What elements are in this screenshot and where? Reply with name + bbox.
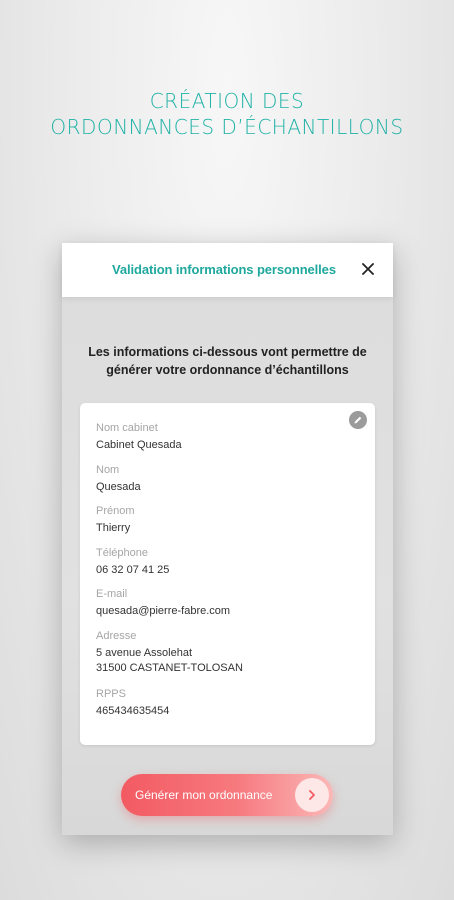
field-value: Cabinet Quesada (96, 439, 182, 451)
field-label: Nom (96, 464, 120, 476)
field-label: RPPS (96, 688, 126, 700)
generate-button-label: Générer mon ordonnance (135, 788, 273, 802)
field-label: E-mail (96, 588, 128, 600)
field-rpps: RPPS 465434635454 (96, 687, 356, 719)
intro-line-1: Les informations ci-dessous vont permett… (88, 345, 367, 359)
field-label: Adresse (96, 630, 137, 642)
modal-header: Validation informations personnelles (62, 243, 393, 297)
intro-line-2: générer votre ordonnance d’échantillons (106, 363, 349, 377)
field-value: 5 avenue Assolehat 31500 CASTANET-TOLOSA… (96, 646, 356, 676)
field-address: Adresse 5 avenue Assolehat 31500 CASTANE… (96, 629, 356, 676)
chevron-right-icon (309, 790, 315, 800)
intro-text: Les informations ci-dessous vont permett… (76, 343, 379, 379)
field-value: 06 32 07 41 25 (96, 564, 170, 576)
address-line-1: 5 avenue Assolehat (96, 647, 193, 659)
generate-prescription-button[interactable]: Générer mon ordonnance (121, 774, 333, 816)
field-label: Prénom (96, 505, 135, 517)
validation-modal: Validation informations personnelles Les… (62, 243, 393, 835)
field-label: Téléphone (96, 547, 148, 559)
generate-arrow (295, 778, 329, 812)
close-icon (362, 263, 374, 275)
field-value: 465434635454 (96, 705, 170, 717)
personal-info-card: Nom cabinet Cabinet Quesada Nom Quesada … (80, 403, 375, 745)
address-line-2: 31500 CASTANET-TOLOSAN (96, 662, 243, 674)
headline-line-1: CRÉATION DES (149, 89, 305, 113)
headline-line-2: ORDONNANCES D’ÉCHANTILLONS (50, 115, 404, 139)
field-email: E-mail quesada@pierre-fabre.com (96, 587, 356, 619)
field-value: Thierry (96, 522, 131, 534)
field-label: Nom cabinet (96, 422, 158, 434)
field-last-name: Nom Quesada (96, 463, 356, 495)
field-phone: Téléphone 06 32 07 41 25 (96, 546, 356, 578)
field-value: quesada@pierre-fabre.com (96, 605, 231, 617)
close-button[interactable] (357, 258, 379, 280)
modal-title: Validation informations personnelles (112, 262, 336, 277)
field-first-name: Prénom Thierry (96, 504, 356, 536)
field-value: Quesada (96, 481, 141, 493)
promo-headline: CRÉATION DES ORDONNANCES D’ÉCHANTILLONS (0, 88, 454, 140)
field-cabinet-name: Nom cabinet Cabinet Quesada (96, 421, 356, 453)
